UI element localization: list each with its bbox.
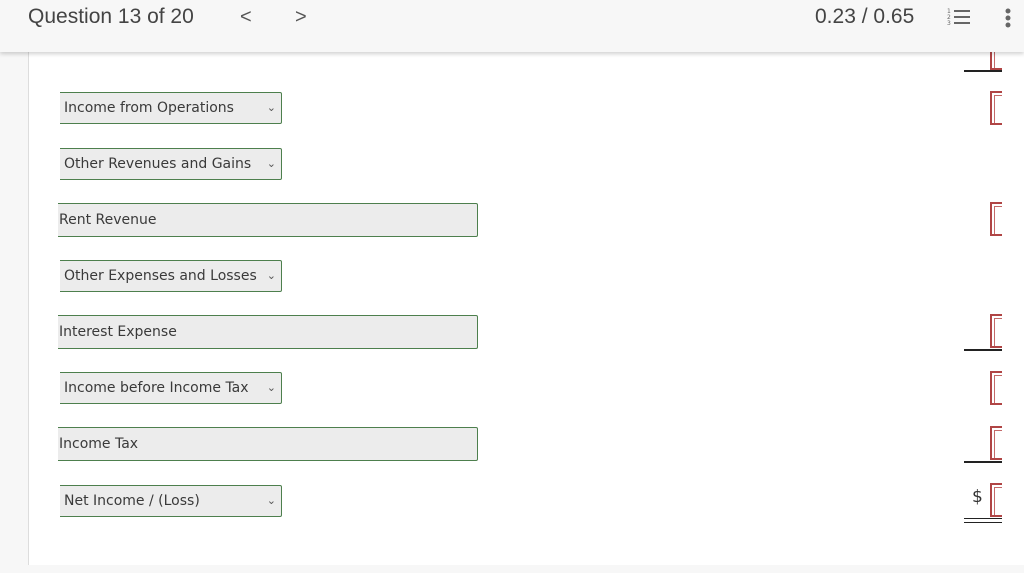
amount-input-rent-revenue[interactable] bbox=[990, 202, 1002, 236]
currency-symbol: $ bbox=[972, 487, 983, 507]
select-value: Net Income / (Loss) bbox=[64, 493, 200, 509]
total-double-underline bbox=[964, 518, 1002, 523]
account-input-interest-expense[interactable]: Interest Expense bbox=[58, 315, 478, 349]
amount-input-income-tax[interactable] bbox=[990, 426, 1002, 460]
account-select-income-from-operations[interactable]: Income from Operations ⌄ bbox=[60, 92, 282, 124]
amount-input-income-before-tax[interactable] bbox=[990, 371, 1002, 405]
account-input-income-tax[interactable]: Income Tax bbox=[58, 427, 478, 461]
question-counter: Question 13 of 20 bbox=[28, 5, 194, 28]
svg-text:3: 3 bbox=[947, 20, 951, 27]
select-value: Income before Income Tax bbox=[64, 380, 249, 396]
more-vertical-icon[interactable] bbox=[1004, 7, 1012, 29]
score-display: 0.23 / 0.65 bbox=[815, 5, 915, 28]
account-select-other-revenues-gains[interactable]: Other Revenues and Gains ⌄ bbox=[60, 148, 282, 180]
input-value: Interest Expense bbox=[59, 324, 177, 340]
account-select-net-income[interactable]: Net Income / (Loss) ⌄ bbox=[60, 485, 282, 517]
chevron-down-icon: ⌄ bbox=[266, 101, 276, 114]
chevron-down-icon: ⌄ bbox=[266, 269, 276, 282]
select-value: Other Revenues and Gains bbox=[64, 156, 252, 172]
chevron-down-icon: ⌄ bbox=[266, 381, 276, 394]
previous-question-button[interactable]: < bbox=[240, 4, 252, 30]
amount-input-income-from-operations[interactable] bbox=[990, 91, 1002, 125]
input-value: Income Tax bbox=[59, 436, 139, 452]
chevron-down-icon: ⌄ bbox=[266, 494, 276, 507]
account-select-income-before-tax[interactable]: Income before Income Tax ⌄ bbox=[60, 372, 282, 404]
account-select-other-expenses-losses[interactable]: Other Expenses and Losses ⌄ bbox=[60, 260, 282, 292]
subtotal-underline bbox=[964, 349, 1002, 351]
amount-input-net-income[interactable] bbox=[990, 483, 1002, 517]
numbered-list-icon[interactable]: 1 2 3 bbox=[947, 7, 971, 27]
subtotal-underline bbox=[964, 70, 1002, 72]
select-value: Other Expenses and Losses bbox=[64, 268, 257, 284]
subtotal-underline bbox=[964, 461, 1002, 463]
account-input-rent-revenue[interactable]: Rent Revenue bbox=[58, 203, 478, 237]
next-question-button[interactable]: > bbox=[295, 4, 307, 30]
select-value: Income from Operations bbox=[64, 100, 234, 116]
question-header: Question 13 of 20 < > 0.23 / 0.65 1 2 3 bbox=[0, 0, 1024, 52]
footer-strip bbox=[0, 565, 1024, 573]
amount-input-interest-expense[interactable] bbox=[990, 314, 1002, 348]
input-value: Rent Revenue bbox=[59, 212, 157, 228]
chevron-down-icon: ⌄ bbox=[266, 157, 276, 170]
